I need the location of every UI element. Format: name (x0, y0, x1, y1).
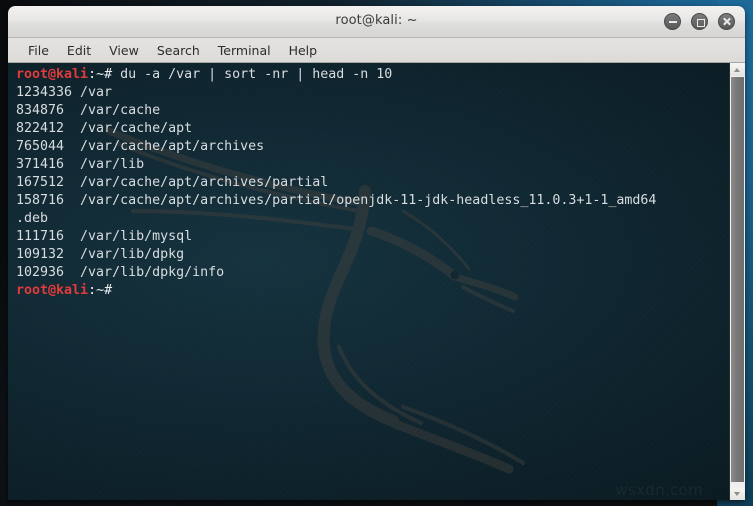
menu-item-view[interactable]: View (100, 43, 148, 58)
menu-item-file[interactable]: File (19, 43, 58, 58)
terminal-output-line: 1234336 /var (16, 85, 113, 100)
terminal-output-line: 102936 /var/lib/dpkg/info (16, 265, 225, 280)
prompt-user-host: root@kali (16, 283, 89, 298)
window-title: root@kali: ~ (335, 13, 418, 28)
menu-item-terminal[interactable]: Terminal (209, 43, 280, 58)
prompt-suffix: :~# (88, 67, 113, 82)
page-watermark: wsxdn.com (615, 481, 703, 499)
terminal-body: root@kali:~# du -a /var | sort -nr | hea… (8, 63, 745, 500)
maximize-icon[interactable] (691, 13, 708, 30)
scrollbar-thumb[interactable] (731, 77, 744, 482)
terminal-command: du -a /var | sort -nr | head -n 10 (112, 67, 393, 82)
terminal-output-line: 765044 /var/cache/apt/archives (16, 139, 265, 154)
scroll-up-arrow-icon[interactable] (730, 63, 745, 76)
prompt-suffix: :~# (88, 283, 113, 298)
terminal-prompt-line: root@kali:~# du -a /var | sort -nr | hea… (16, 66, 729, 84)
terminal-prompt-line: root@kali:~# (16, 282, 729, 300)
window-titlebar[interactable]: root@kali: ~ (8, 6, 745, 38)
terminal-scrollbar[interactable] (729, 63, 745, 500)
menu-bar: File Edit View Search Terminal Help (8, 38, 745, 63)
window-controls (664, 13, 735, 30)
minimize-icon[interactable] (664, 13, 681, 30)
terminal-output-line: 158716 /var/cache/apt/archives/partial/o… (16, 193, 657, 208)
prompt-user-host: root@kali (16, 67, 89, 82)
menu-item-help[interactable]: Help (280, 43, 327, 58)
menu-item-edit[interactable]: Edit (58, 43, 100, 58)
terminal-output-line: .deb (16, 211, 49, 226)
terminal-output-line: 111716 /var/lib/mysql (16, 229, 193, 244)
terminal-output-line: 822412 /var/cache/apt (16, 121, 193, 136)
terminal-output-line: 371416 /var/lib (16, 157, 145, 172)
close-icon[interactable] (718, 13, 735, 30)
terminal-output-line: 834876 /var/cache (16, 103, 161, 118)
terminal-screen[interactable]: root@kali:~# du -a /var | sort -nr | hea… (8, 63, 729, 500)
terminal-command (112, 283, 120, 298)
terminal-output-line: 109132 /var/lib/dpkg (16, 247, 185, 262)
terminal-text: root@kali:~# du -a /var | sort -nr | hea… (8, 63, 729, 300)
terminal-output-line: 167512 /var/cache/apt/archives/partial (16, 175, 329, 190)
terminal-window: root@kali: ~ File Edit View Search Termi… (8, 6, 745, 500)
menu-item-search[interactable]: Search (148, 43, 209, 58)
scroll-down-arrow-icon[interactable] (730, 488, 745, 500)
